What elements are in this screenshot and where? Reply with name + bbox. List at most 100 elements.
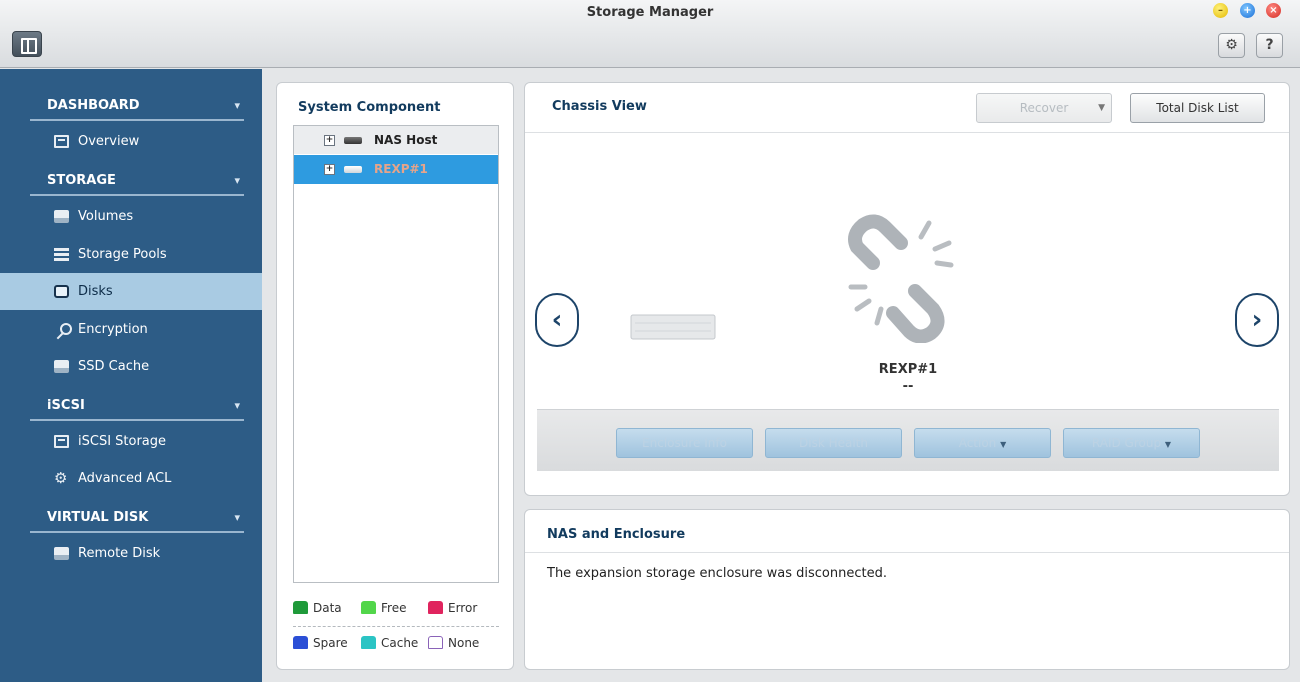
legend-label: Error (448, 601, 478, 615)
panel-title: System Component (298, 100, 441, 115)
title-bar: Storage Manager – + × ⚙ ? (0, 0, 1300, 68)
none-swatch-icon (428, 636, 443, 649)
storage-pool-icon (54, 248, 69, 261)
sidebar-item-disks[interactable]: Disks (0, 273, 262, 310)
help-button[interactable]: ? (1256, 33, 1283, 58)
expand-icon[interactable]: + (324, 164, 335, 175)
legend-label: Spare (313, 636, 348, 650)
sidebar-item-volumes[interactable]: Volumes (0, 198, 262, 235)
enclosure-icon (344, 166, 362, 173)
sidebar-item-label: Storage Pools (78, 247, 167, 262)
legend-label: Free (381, 601, 407, 615)
chassis-view-panel: Chassis View Recover ▼ Total Disk List ‹… (524, 82, 1290, 496)
panel-title: NAS and Enclosure (547, 527, 686, 542)
expand-icon[interactable]: + (324, 135, 335, 146)
tree-item-label: REXP#1 (374, 162, 428, 176)
action-label: Action (958, 436, 997, 450)
system-component-panel: System Component + NAS Host + REXP#1 Dat… (276, 82, 514, 670)
sidebar-item-remote-disk[interactable]: Remote Disk (0, 535, 262, 572)
legend-cache: Cache (361, 635, 418, 651)
disk-health-button[interactable]: Disk Health (765, 428, 902, 458)
error-swatch-icon (428, 601, 443, 614)
section-storage[interactable]: STORAGE ▾ (30, 166, 244, 196)
caret-down-icon: ▼ (1164, 440, 1172, 449)
disk-icon (54, 285, 69, 298)
sidebar: DASHBOARD ▾ Overview STORAGE ▾ Volumes S… (0, 69, 262, 682)
legend-free: Free (361, 600, 406, 616)
chevron-down-icon: ▼ (1098, 103, 1105, 113)
caret-down-icon: ▼ (1000, 440, 1007, 449)
raid-group-dropdown[interactable]: RAID Group ▼ (1063, 428, 1200, 458)
sidebar-item-advanced-acl[interactable]: ⚙ Advanced ACL (0, 460, 262, 497)
sidebar-item-label: Advanced ACL (78, 471, 172, 486)
action-dropdown[interactable]: Action ▼ (914, 428, 1051, 458)
sidebar-item-storage-pools[interactable]: Storage Pools (0, 236, 262, 273)
next-arrow-button[interactable]: › (1235, 293, 1279, 347)
volume-icon (54, 210, 69, 223)
nas-enclosure-panel: NAS and Enclosure The expansion storage … (524, 509, 1290, 670)
sidebar-item-iscsi-storage[interactable]: iSCSI Storage (0, 423, 262, 460)
section-label: DASHBOARD (47, 98, 140, 113)
app-menu-icon[interactable] (12, 31, 42, 57)
legend-none: None (428, 635, 479, 651)
sidebar-item-overview[interactable]: Overview (0, 123, 262, 160)
chevron-down-icon: ▾ (234, 511, 240, 524)
sidebar-item-label: Disks (78, 284, 113, 299)
sidebar-item-ssd-cache[interactable]: SSD Cache (0, 348, 262, 385)
tree-item-rexp1[interactable]: + REXP#1 (294, 155, 498, 184)
spare-swatch-icon (293, 636, 308, 649)
total-disk-list-button[interactable]: Total Disk List (1130, 93, 1265, 123)
chassis-action-bar: Enclosure Info Disk Health Action ▼ RAID… (537, 409, 1279, 471)
sidebar-item-label: SSD Cache (78, 359, 150, 374)
gear-icon: ⚙ (1225, 37, 1238, 53)
iscsi-storage-icon (54, 435, 69, 448)
sidebar-item-label: Encryption (78, 322, 148, 337)
tree-item-label: NAS Host (374, 133, 438, 147)
minimize-button[interactable]: – (1213, 3, 1228, 18)
header-divider (525, 132, 1289, 133)
section-label: VIRTUAL DISK (47, 510, 149, 525)
gear-icon: ⚙ (54, 469, 68, 487)
settings-button[interactable]: ⚙ (1218, 33, 1245, 58)
legend-data: Data (293, 600, 342, 616)
section-iscsi[interactable]: iSCSI ▾ (30, 391, 244, 421)
tree-item-nas-host[interactable]: + NAS Host (294, 126, 498, 155)
close-button[interactable]: × (1266, 3, 1281, 18)
free-swatch-icon (361, 601, 376, 614)
status-message: The expansion storage enclosure was disc… (547, 566, 887, 581)
section-label: iSCSI (47, 398, 85, 413)
sidebar-item-label: Volumes (78, 209, 134, 224)
section-dashboard[interactable]: DASHBOARD ▾ (30, 91, 244, 121)
panel-title: Chassis View (552, 99, 647, 114)
recover-label: Recover (1019, 101, 1069, 115)
maximize-button[interactable]: + (1240, 3, 1255, 18)
overview-icon (54, 135, 69, 148)
previous-arrow-button[interactable]: ‹ (535, 293, 579, 347)
nas-host-icon (344, 137, 362, 144)
cache-swatch-icon (361, 636, 376, 649)
recover-dropdown[interactable]: Recover ▼ (976, 93, 1112, 123)
section-virtual-disk[interactable]: VIRTUAL DISK ▾ (30, 503, 244, 533)
legend-label: Cache (381, 636, 419, 650)
chevron-down-icon: ▾ (234, 399, 240, 412)
broken-link-icon (848, 214, 954, 343)
enclosure-info-button[interactable]: Enclosure Info (616, 428, 753, 458)
chevron-down-icon: ▾ (234, 99, 240, 112)
section-label: STORAGE (47, 173, 116, 188)
legend-spare: Spare (293, 635, 348, 651)
sidebar-item-label: Remote Disk (78, 546, 161, 561)
ssd-icon (54, 360, 69, 373)
chevron-down-icon: ▾ (234, 174, 240, 187)
legend-label: None (448, 636, 480, 650)
legend-divider (293, 626, 499, 627)
key-icon (54, 323, 72, 336)
enclosure-status: -- (902, 379, 914, 394)
remote-disk-icon (54, 547, 69, 560)
legend-label: Data (313, 601, 342, 615)
component-tree[interactable]: + NAS Host + REXP#1 (293, 125, 499, 583)
legend-error: Error (428, 600, 477, 616)
sidebar-item-label: iSCSI Storage (78, 434, 167, 449)
data-swatch-icon (293, 601, 308, 614)
raid-group-label: RAID Group (1091, 436, 1162, 450)
sidebar-item-encryption[interactable]: Encryption (0, 311, 262, 348)
